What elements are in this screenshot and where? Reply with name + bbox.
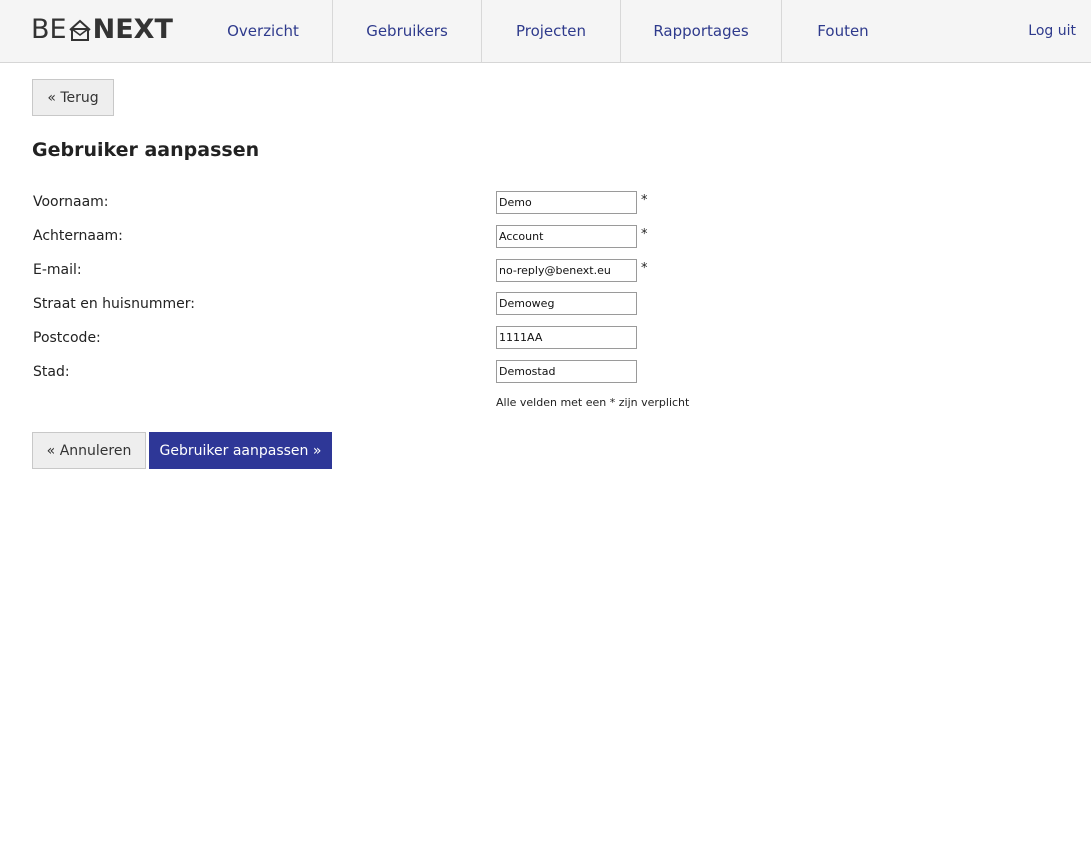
- postcode-input[interactable]: [496, 326, 637, 349]
- stad-input[interactable]: [496, 360, 637, 383]
- required-mark-email: *: [641, 261, 648, 276]
- logout-link[interactable]: Log uit: [1028, 0, 1076, 62]
- back-button[interactable]: « Terug: [32, 79, 114, 116]
- required-mark-achternaam: *: [641, 227, 648, 242]
- label-stad: Stad:: [33, 364, 70, 380]
- cancel-button[interactable]: « Annuleren: [32, 432, 146, 469]
- benext-logo[interactable]: BE NEXT: [31, 14, 173, 46]
- logo-text-be: BE: [31, 14, 67, 45]
- page-title: Gebruiker aanpassen: [32, 139, 260, 161]
- voornaam-input[interactable]: [496, 191, 637, 214]
- nav-gebruikers[interactable]: Gebruikers: [332, 0, 481, 62]
- achternaam-input[interactable]: [496, 225, 637, 248]
- main-nav: Overzicht Gebruikers Projecten Rapportag…: [194, 0, 904, 62]
- required-mark-voornaam: *: [641, 193, 648, 208]
- nav-rapportages[interactable]: Rapportages: [620, 0, 781, 62]
- required-fields-note: Alle velden met een * zijn verplicht: [496, 396, 690, 409]
- nav-fouten[interactable]: Fouten: [781, 0, 904, 62]
- top-header: BE NEXT Overzicht Gebruikers Projecten R…: [0, 0, 1091, 63]
- nav-projecten[interactable]: Projecten: [481, 0, 620, 62]
- nav-overzicht[interactable]: Overzicht: [194, 0, 332, 62]
- logo-text-next: NEXT: [92, 14, 173, 45]
- label-straat: Straat en huisnummer:: [33, 296, 195, 312]
- house-envelope-icon: [68, 19, 91, 41]
- submit-button[interactable]: Gebruiker aanpassen »: [149, 432, 332, 469]
- label-achternaam: Achternaam:: [33, 228, 123, 244]
- label-voornaam: Voornaam:: [33, 194, 109, 210]
- label-email: E-mail:: [33, 262, 82, 278]
- label-postcode: Postcode:: [33, 330, 101, 346]
- email-input[interactable]: [496, 259, 637, 282]
- straat-input[interactable]: [496, 292, 637, 315]
